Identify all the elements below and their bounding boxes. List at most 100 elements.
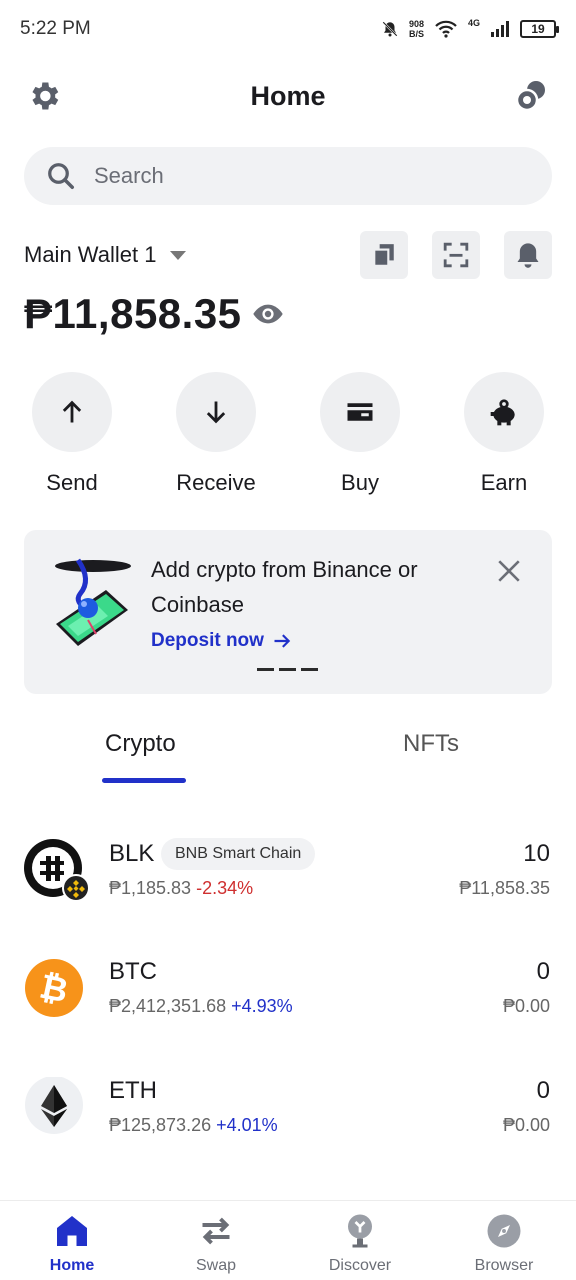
phone-deposit-illustration: [55, 558, 131, 646]
nav-label: Discover: [328, 1257, 392, 1274]
network-type: 4G: [467, 18, 480, 28]
notifications-button[interactable]: [504, 231, 552, 279]
arrow-up-icon: [62, 400, 82, 423]
tab-nfts[interactable]: NFTs: [403, 730, 459, 758]
receive-button[interactable]: Receive: [144, 372, 288, 496]
battery-indicator: 19: [520, 20, 559, 38]
asset-price: ₱1,185.83: [109, 878, 192, 898]
search-input[interactable]: [94, 163, 494, 189]
asset-price: ₱2,412,351.68: [109, 996, 227, 1016]
send-button[interactable]: Send: [0, 372, 144, 496]
bell-icon: [517, 243, 539, 268]
search-bar[interactable]: [24, 147, 552, 205]
header: Home: [0, 66, 576, 126]
promo-banner[interactable]: Add crypto from Binance or Coinbase Depo…: [24, 530, 552, 694]
asset-fiat-value: ₱11,858.35: [459, 878, 550, 898]
arrow-down-icon: [206, 401, 226, 424]
asset-row-btc[interactable]: ₿ BTC ₱2,412,351.68 +4.93% 0 ₱0.00: [0, 958, 576, 1058]
signal-icon: [491, 21, 509, 37]
card-icon: [347, 403, 373, 421]
earn-label: Earn: [480, 470, 528, 495]
nav-swap[interactable]: Swap: [144, 1201, 288, 1280]
gear-icon[interactable]: [26, 78, 62, 114]
asset-symbol: BLK: [109, 840, 155, 867]
asset-row-blk[interactable]: BLK BNB Smart Chain ₱1,185.83 -2.34% 10 …: [0, 838, 576, 940]
asset-symbol: ETH: [109, 1077, 157, 1104]
balance-row: ₱11,858.35: [24, 290, 284, 338]
carousel-dot: [279, 668, 296, 671]
deposit-now-label: Deposit now: [151, 630, 264, 651]
eye-icon[interactable]: [252, 298, 284, 330]
send-circle: [32, 372, 112, 452]
asset-fiat-value: ₱0.00: [502, 996, 550, 1016]
wallet-row: Main Wallet 1: [24, 230, 552, 280]
asset-price-line: ₱1,185.83 -2.34%: [109, 878, 253, 899]
arrow-right-icon: [274, 634, 291, 648]
asset-change: +4.01%: [216, 1115, 278, 1135]
page-title: Home: [250, 80, 326, 111]
carousel-dot: [257, 668, 274, 671]
tab-crypto[interactable]: Crypto: [105, 730, 176, 758]
chain-badge: BNB Smart Chain: [161, 838, 316, 870]
asset-price-line: ₱125,873.26 +4.01%: [109, 1115, 278, 1136]
asset-row-eth[interactable]: ETH ₱125,873.26 +4.01% 0 ₱0.00: [0, 1077, 576, 1177]
active-tab-indicator: [102, 778, 186, 783]
search-icon: [48, 163, 74, 189]
asset-amount: 10: [523, 840, 550, 867]
asset-symbol: BTC: [109, 958, 157, 985]
carousel-dot: [301, 668, 318, 671]
deposit-now-link[interactable]: Deposit now: [151, 630, 292, 652]
swap-icon: [202, 1217, 230, 1245]
wallet-balance: ₱11,858.35: [24, 290, 242, 337]
nav-browser[interactable]: Browser: [432, 1201, 576, 1280]
asset-change: +4.93%: [231, 996, 293, 1016]
copy-icon: [373, 244, 394, 267]
asset-amount: 0: [536, 1077, 550, 1104]
copy-button[interactable]: [360, 231, 408, 279]
asset-price: ₱125,873.26: [109, 1115, 212, 1135]
network-speed: 908 B/S: [409, 19, 424, 39]
speed-unit: B/S: [408, 29, 424, 39]
scan-button[interactable]: [432, 231, 480, 279]
carousel-dots: [257, 668, 318, 671]
compass-icon: [487, 1214, 521, 1248]
asset-fiat-value: ₱0.00: [502, 1115, 550, 1135]
bell-muted-icon: [382, 21, 398, 37]
nav-label: Home: [49, 1257, 95, 1274]
status-bar: 5:22 PM 908 B/S 4G 19: [0, 0, 576, 58]
quick-actions: Send Receive Buy Earn: [0, 372, 576, 496]
coins-icon[interactable]: [514, 78, 550, 114]
scan-icon: [443, 242, 469, 268]
eth-icon: [25, 1077, 83, 1134]
asset-change: -2.34%: [196, 878, 254, 898]
piggy-bank-icon: [490, 399, 515, 426]
close-icon[interactable]: [496, 558, 522, 584]
wallet-name: Main Wallet 1: [24, 242, 157, 267]
banner-text: Add crypto from Binance or Coinbase: [151, 557, 418, 617]
speed-value: 908: [408, 19, 424, 29]
nav-label: Browser: [474, 1257, 534, 1274]
nav-home[interactable]: Home: [0, 1201, 144, 1280]
blk-token-icon: [24, 839, 90, 902]
home-icon: [57, 1216, 87, 1246]
buy-circle: [320, 372, 400, 452]
asset-tabs: Crypto NFTs: [0, 720, 576, 784]
btc-icon: ₿: [25, 959, 83, 1017]
nav-discover[interactable]: Discover: [288, 1201, 432, 1280]
wallet-actions: [360, 231, 552, 279]
chevron-down-icon: [170, 250, 187, 260]
asset-amount: 0: [536, 958, 550, 985]
send-label: Send: [46, 470, 98, 495]
buy-label: Buy: [341, 470, 379, 495]
status-icons: 908 B/S 4G 19: [381, 18, 559, 39]
earn-button[interactable]: Earn: [432, 372, 576, 496]
earn-circle: [464, 372, 544, 452]
asset-price-line: ₱2,412,351.68 +4.93%: [109, 996, 293, 1017]
wallet-selector[interactable]: Main Wallet 1: [24, 242, 187, 268]
status-time: 5:22 PM: [20, 18, 91, 39]
discover-icon: [348, 1214, 372, 1248]
battery-level: 19: [531, 22, 545, 36]
receive-label: Receive: [176, 470, 256, 495]
nav-label: Swap: [195, 1257, 237, 1274]
buy-button[interactable]: Buy: [288, 372, 432, 496]
